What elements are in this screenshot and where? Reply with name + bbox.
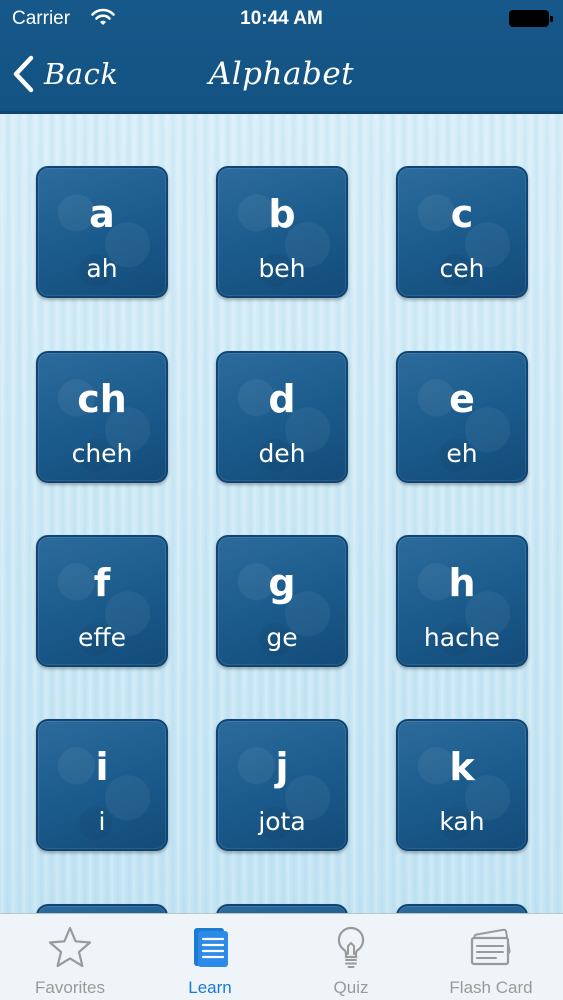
letter-tile-c[interactable]: c ceh — [396, 166, 528, 298]
tile-pronunciation: beh — [258, 254, 306, 283]
tile-letter: i — [95, 745, 109, 789]
tile-pronunciation: ge — [266, 623, 298, 652]
tile-letter: b — [268, 192, 296, 236]
letter-tile-d[interactable]: d deh — [216, 351, 348, 483]
tile-pronunciation: eh — [446, 439, 478, 468]
tile-pronunciation: jota — [258, 807, 306, 836]
tile-pronunciation: cheh — [71, 439, 133, 468]
letter-tile-f[interactable]: f effe — [36, 535, 168, 667]
status-time: 10:44 AM — [240, 8, 323, 29]
tile-pronunciation: i — [98, 807, 106, 836]
tile-letter: c — [450, 192, 474, 236]
alphabet-grid: a ah b beh c ceh ch cheh d deh e eh f ef… — [0, 114, 563, 914]
tile-letter: g — [268, 561, 296, 605]
flash-card-icon — [470, 928, 511, 966]
tab-label: Flash Card — [449, 978, 533, 997]
tile-letter: a — [89, 192, 115, 236]
tile-pronunciation: kah — [439, 807, 485, 836]
tile-pronunciation: ah — [86, 254, 118, 283]
letter-tile-ch[interactable]: ch cheh — [36, 351, 168, 483]
letter-tile-e[interactable]: e eh — [396, 351, 528, 483]
letter-tile-b[interactable]: b beh — [216, 166, 348, 298]
tile-pronunciation: hache — [423, 623, 501, 652]
tab-label: Favorites — [35, 978, 105, 997]
tab-learn[interactable]: Learn — [140, 914, 280, 1000]
tile-letter: k — [449, 745, 475, 789]
tile-pronunciation: ceh — [439, 254, 485, 283]
tab-bar: Favorites Learn Quiz Flash Card — [0, 913, 563, 1000]
tab-label: Quiz — [333, 978, 369, 997]
tile-letter: j — [275, 745, 289, 789]
status-bar: Carrier 10:44 AM — [0, 0, 563, 38]
tile-letter: h — [448, 561, 476, 605]
star-icon — [48, 926, 92, 968]
letter-tile-i[interactable]: i i — [36, 719, 168, 851]
lightbulb-icon — [337, 926, 365, 968]
tab-label: Learn — [188, 978, 232, 997]
tile-pronunciation: effe — [78, 623, 126, 652]
letter-tile-g[interactable]: g ge — [216, 535, 348, 667]
letter-tile-a[interactable]: a ah — [36, 166, 168, 298]
navigation-bar: Back Alphabet — [0, 40, 563, 112]
battery-icon — [509, 10, 553, 27]
tile-letter: f — [93, 561, 111, 605]
tab-flash-card[interactable]: Flash Card — [421, 914, 561, 1000]
header: Carrier 10:44 AM Back Alphabet — [0, 0, 563, 114]
letter-tile-j[interactable]: j jota — [216, 719, 348, 851]
page-title: Alphabet — [208, 56, 355, 92]
letter-tile-h[interactable]: h hache — [396, 535, 528, 667]
tab-quiz[interactable]: Quiz — [281, 914, 421, 1000]
document-icon — [194, 928, 228, 967]
tab-favorites[interactable]: Favorites — [0, 914, 140, 1000]
letter-tile-k[interactable]: k kah — [396, 719, 528, 851]
tile-letter: d — [268, 377, 296, 421]
tile-letter: ch — [77, 377, 127, 421]
tile-pronunciation: deh — [258, 439, 306, 468]
tile-letter: e — [449, 377, 475, 421]
